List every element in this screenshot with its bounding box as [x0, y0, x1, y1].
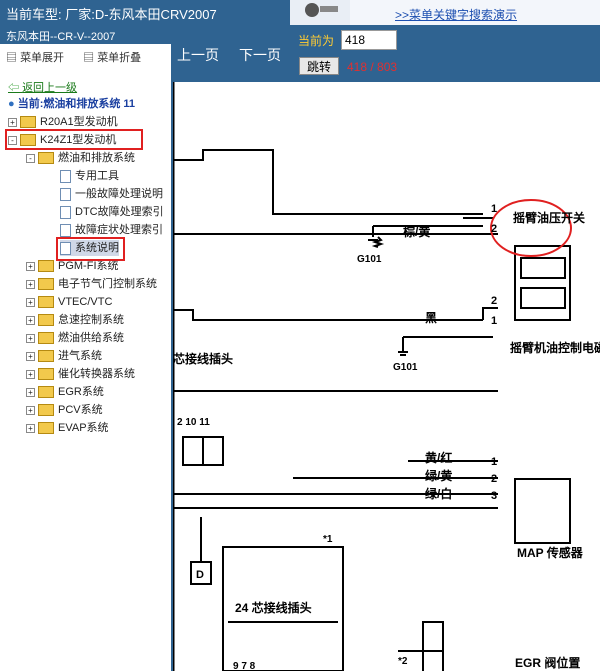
highlight-box-k24z1	[5, 129, 143, 150]
pin-label-3: 2	[491, 295, 497, 307]
document-icon	[60, 187, 71, 201]
folder-icon	[38, 260, 54, 273]
back-link[interactable]: ⇦ 返回上一级	[8, 80, 77, 96]
pin-label-1: 1	[491, 203, 497, 215]
sidebar-header: 东风本田--CR-V--2007	[0, 25, 171, 44]
tree-item-catalyst[interactable]: + 催化转换器系统	[26, 366, 135, 382]
top-bar: 当前车型: 厂家:D-东风本田CRV2007 >>菜单关键字搜索演示	[0, 0, 600, 25]
current-car-label: 当前车型: 厂家:D-东风本田CRV2007	[6, 7, 217, 22]
tree-item-general-troubleshooting[interactable]: 一般故障处理说明	[60, 186, 163, 202]
footnote-marker-2: *2	[398, 656, 408, 667]
wire-label-green-yellow: 绿/黄	[425, 468, 452, 483]
wire-label-brown-yellow: 棕/黄	[402, 224, 430, 239]
collapse-icon[interactable]: -	[26, 153, 35, 163]
folder-icon	[38, 368, 54, 381]
menu-expand-collapse: ▤ 菜单展开 ▤ 菜单折叠	[0, 44, 171, 66]
pin-label-7: 3	[491, 490, 497, 502]
expand-icon[interactable]: +	[26, 351, 35, 361]
expand-icon[interactable]: +	[26, 423, 35, 433]
connector-pins: 2 10 11	[177, 417, 210, 428]
folder-icon	[38, 332, 54, 345]
prev-page-button[interactable]: 上一页	[177, 45, 219, 65]
expand-icon[interactable]: +	[26, 369, 35, 379]
main-panel: 上一页 下一页 当前为 跳转 418 / 803	[173, 25, 600, 671]
oil-pressure-switch-label: 摇臂油压开关	[513, 210, 585, 225]
expand-icon[interactable]: +	[26, 387, 35, 397]
connector-d-label: D	[196, 569, 204, 581]
expand-icon[interactable]: +	[26, 279, 35, 289]
pin-label-4: 1	[491, 315, 497, 327]
folder-icon	[38, 314, 54, 327]
highlight-circle-oil-switch	[490, 199, 572, 257]
folder-icon	[20, 116, 36, 129]
jump-button[interactable]: 跳转	[299, 57, 339, 75]
oil-control-solenoid-label: 摇臂机油控制电磁阀	[510, 340, 600, 355]
tree-item-idle[interactable]: + 怠速控制系统	[26, 312, 124, 328]
tree-item-special-tools[interactable]: 专用工具	[60, 168, 119, 184]
tree-item-dtc-index[interactable]: DTC故障处理索引	[60, 204, 164, 220]
next-page-button[interactable]: 下一页	[239, 45, 281, 65]
ground-label-a: G101	[357, 254, 382, 265]
pin-label-6: 2	[491, 473, 497, 485]
menu-expand-button[interactable]: ▤ 菜单展开	[6, 52, 72, 64]
tree-item-egr[interactable]: + EGR系统	[26, 384, 104, 400]
folder-icon	[38, 278, 54, 291]
tree-item-pcv[interactable]: + PCV系统	[26, 402, 103, 418]
tree-item-r20a1[interactable]: + R20A1型发动机	[8, 114, 118, 130]
highlight-box-system-description	[56, 237, 125, 261]
back-arrow-icon: ⇦	[8, 82, 23, 94]
menu-collapse-button[interactable]: ▤ 菜单折叠	[83, 52, 149, 64]
folder-icon	[38, 422, 54, 435]
footnote-marker-1: *1	[323, 534, 333, 545]
document-icon	[60, 169, 71, 183]
connector-title: 芯接线插头	[173, 351, 233, 366]
map-sensor-label: MAP 传感器	[517, 545, 584, 560]
mascot-icon	[305, 3, 338, 17]
tree-item-evap[interactable]: + EVAP系统	[26, 420, 109, 436]
current-page-label: 当前为	[298, 34, 335, 48]
expand-icon[interactable]: +	[26, 405, 35, 415]
tree-item-symptom-index[interactable]: 故障症状处理索引	[60, 222, 163, 238]
expand-icon[interactable]: +	[26, 297, 35, 307]
wire-label-black: 黑	[425, 311, 437, 325]
current-section: ● 当前:燃油和排放系统 11	[8, 98, 136, 110]
wire-label-yellow-red: 黄/红	[425, 450, 452, 465]
tree-item-vtec[interactable]: + VTEC/VTC	[26, 294, 112, 310]
tree-item-throttle[interactable]: + 电子节气门控制系统	[26, 276, 157, 292]
ground-label-b: G101	[393, 362, 418, 373]
folder-icon	[38, 404, 54, 417]
pin-label-5: 1	[491, 456, 497, 468]
page-count: 418 / 803	[347, 60, 398, 74]
page-number-input[interactable]	[341, 30, 397, 50]
document-icon	[60, 205, 71, 219]
connector-24-pins: 9 7 8	[233, 661, 256, 671]
egr-position-label: EGR 阀位置	[515, 655, 580, 670]
globe-icon: ●	[8, 98, 18, 110]
expand-icon[interactable]: +	[26, 315, 35, 325]
tree-item-fuel-supply[interactable]: + 燃油供给系统	[26, 330, 124, 346]
expand-icon[interactable]: +	[8, 117, 17, 127]
folder-icon	[38, 386, 54, 399]
expand-icon[interactable]: +	[26, 261, 35, 271]
folder-open-icon	[38, 152, 54, 165]
search-demo-link[interactable]: >>菜单关键字搜索演示	[395, 6, 517, 23]
document-icon	[60, 223, 71, 237]
connector-24-title: 24 芯接线插头	[235, 600, 312, 615]
sidebar: 东风本田--CR-V--2007 ▤ 菜单展开 ▤ 菜单折叠 ⇦ 返回上一级 ●…	[0, 25, 173, 671]
folder-icon	[38, 296, 54, 309]
mascot-logo	[290, 0, 350, 25]
pin-label-2: 2	[491, 223, 497, 235]
expand-icon[interactable]: +	[26, 333, 35, 343]
wiring-diagram: 1 2 2 1 1 2 3 棕/黄 黑 G101 G101 摇臂油压开关 摇臂机…	[173, 82, 600, 671]
wire-label-green-white: 绿/白	[425, 486, 452, 501]
tree-item-intake[interactable]: + 进气系统	[26, 348, 102, 364]
demo-area: >>菜单关键字搜索演示	[350, 0, 600, 25]
page-nav-bar: 上一页 下一页 当前为 跳转 418 / 803	[173, 25, 600, 82]
folder-icon	[38, 350, 54, 363]
tree-item-fuel-emission[interactable]: - 燃油和排放系统	[26, 150, 135, 166]
